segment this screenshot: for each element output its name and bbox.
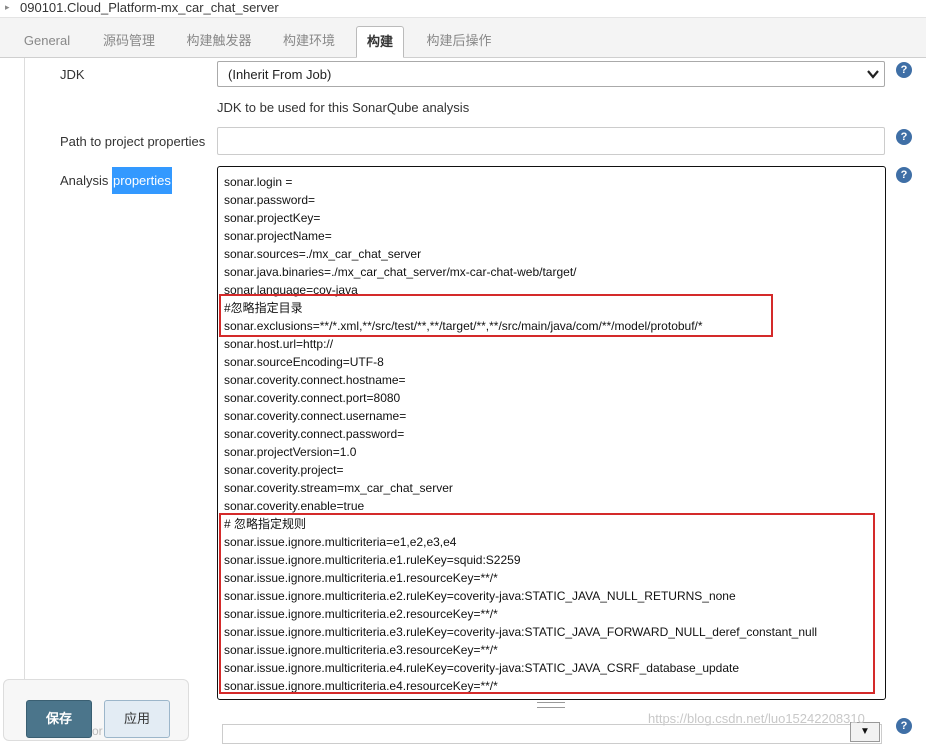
properties-line: sonar.issue.ignore.multicriteria.e1.rule… <box>224 553 521 567</box>
breadcrumb-arrow-icon: ▸ <box>5 2 10 12</box>
apply-button[interactable]: 应用 <box>104 700 170 738</box>
config-tabs: General 源码管理 构建触发器 构建环境 构建 构建后操作 <box>0 18 926 58</box>
properties-line: sonar.issue.ignore.multicriteria.e4.rule… <box>224 661 740 675</box>
analysis-label-text: Analysis <box>60 173 113 188</box>
properties-line: sonar.sources=./mx_car_chat_server <box>224 247 422 261</box>
tab-source-management[interactable]: 源码管理 <box>90 26 168 58</box>
properties-line: sonar.language=cov-java <box>224 283 358 297</box>
help-icon[interactable]: ? <box>896 62 912 78</box>
properties-line: sonar.coverity.enable=true <box>224 499 365 513</box>
watermark: https://blog.csdn.net/luo15242208310 <box>648 711 865 726</box>
breadcrumb-project[interactable]: 090101.Cloud_Platform-mx_car_chat_server <box>20 0 279 15</box>
analysis-properties-textarea[interactable]: sonar.login = sonar.password= sonar.proj… <box>217 166 886 700</box>
properties-line: sonar.password= <box>224 193 316 207</box>
properties-line: sonar.login = <box>224 175 293 189</box>
jdk-select[interactable]: (Inherit From Job) <box>217 61 885 87</box>
jdk-select-value: (Inherit From Job) <box>228 67 332 82</box>
selected-text: properties <box>112 167 172 194</box>
properties-line: sonar.coverity.connect.username= <box>224 409 407 423</box>
textarea-resize-grip[interactable] <box>537 702 565 708</box>
jdk-description: JDK to be used for this SonarQube analys… <box>217 100 470 115</box>
chevron-down-icon <box>866 64 880 87</box>
properties-line: sonar.projectKey= <box>224 211 321 225</box>
properties-line: sonar.host.url=http:// <box>224 337 334 351</box>
path-input[interactable] <box>217 127 885 155</box>
help-icon[interactable]: ? <box>896 718 912 734</box>
tab-build-triggers[interactable]: 构建触发器 <box>174 26 264 58</box>
properties-line: sonar.issue.ignore.multicriteria.e2.rule… <box>224 589 736 603</box>
properties-line: sonar.projectVersion=1.0 <box>224 445 357 459</box>
jdk-label: JDK <box>60 67 85 82</box>
properties-line: sonar.java.binaries=./mx_car_chat_server… <box>224 265 577 279</box>
breadcrumb: ▸ 090101.Cloud_Platform-mx_car_chat_serv… <box>0 0 926 18</box>
properties-line: sonar.issue.ignore.multicriteria.e3.rule… <box>224 625 818 639</box>
path-label: Path to project properties <box>60 134 206 149</box>
help-icon[interactable]: ? <box>896 167 912 183</box>
properties-line: sonar.sourceEncoding=UTF-8 <box>224 355 384 369</box>
properties-line: sonar.issue.ignore.multicriteria.e4.reso… <box>224 679 498 693</box>
properties-line: sonar.coverity.connect.password= <box>224 427 405 441</box>
save-button[interactable]: 保存 <box>26 700 92 738</box>
properties-line: sonar.issue.ignore.multicriteria.e3.reso… <box>224 643 498 657</box>
tab-build-environment[interactable]: 构建环境 <box>270 26 348 58</box>
properties-line: # 忽略指定规则 <box>224 517 307 531</box>
tab-post-build[interactable]: 构建后操作 <box>414 26 504 58</box>
help-icon[interactable]: ? <box>896 129 912 145</box>
properties-line: sonar.projectName= <box>224 229 332 243</box>
analysis-properties-label: Analysis properties <box>60 167 172 194</box>
properties-line: sonar.issue.ignore.multicriteria=e1,e2,e… <box>224 535 457 549</box>
properties-line: sonar.exclusions=**/*.xml,**/src/test/**… <box>224 319 703 333</box>
properties-line: sonar.issue.ignore.multicriteria.e1.reso… <box>224 571 498 585</box>
properties-line: sonar.coverity.connect.port=8080 <box>224 391 401 405</box>
tab-build[interactable]: 构建 <box>356 26 404 58</box>
tab-general[interactable]: General <box>8 26 86 58</box>
properties-line: sonar.coverity.stream=mx_car_chat_server <box>224 481 453 495</box>
properties-line: sonar.coverity.connect.hostname= <box>224 373 406 387</box>
properties-line: #忽略指定目录 <box>224 301 303 315</box>
properties-line: sonar.issue.ignore.multicriteria.e2.reso… <box>224 607 498 621</box>
properties-line: sonar.coverity.project= <box>224 463 344 477</box>
next-field-input[interactable] <box>222 724 882 744</box>
